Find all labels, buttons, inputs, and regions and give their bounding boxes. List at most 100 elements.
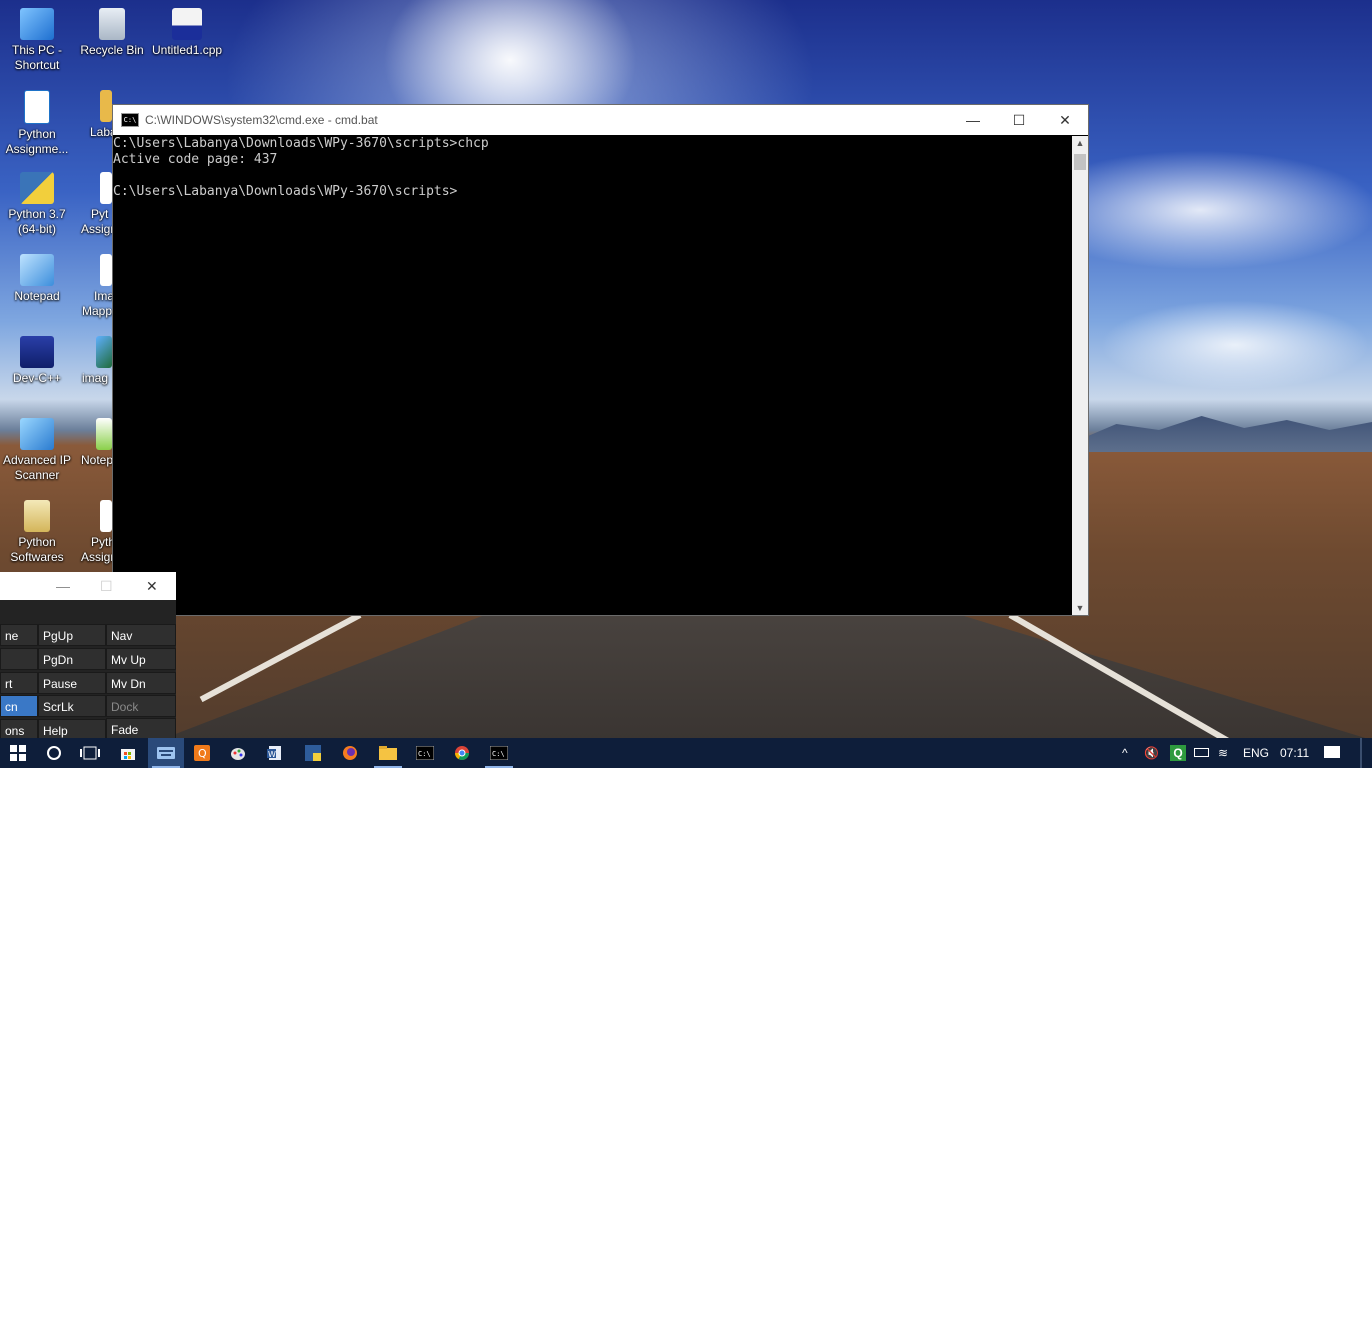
osk-key-dock[interactable]: Dock [106,695,176,717]
cmd-window[interactable]: C:\ C:\WINDOWS\system32\cmd.exe - cmd.ba… [112,104,1089,616]
icon-label: Mapp [82,304,113,318]
icon-label: Assignme... [5,142,69,156]
osk-minimize-button[interactable]: — [56,578,70,594]
windows-start-icon[interactable] [0,738,36,768]
osk-maximize-button[interactable]: ☐ [100,578,113,595]
desktop-icon-dev-cpp[interactable]: Dev-C++ [2,336,72,386]
minimize-button[interactable]: — [950,105,996,135]
icon-label: Python [18,127,56,141]
scrollbar-thumb[interactable] [1074,154,1086,170]
desktop-icon-notepad-2[interactable]: Notep [66,418,114,468]
osk-key[interactable] [0,648,38,670]
desktop-icon-advanced-ip-scanner[interactable]: Advanced IP Scanner [2,418,72,483]
osk-key-nav[interactable]: Nav [106,624,176,646]
on-screen-keyboard[interactable]: — ☐ ✕ ne PgUp Nav PgDn Mv Up rt Pause Mv… [0,572,176,742]
show-hidden-icons-chevron-up-icon[interactable]: ^ [1122,738,1128,768]
action-center-icon[interactable] [1324,746,1340,758]
desktop-icon-python-softwares[interactable]: Python Softwares [2,500,72,565]
file-explorer-icon[interactable] [370,738,406,768]
wallpaper-clouds [1100,300,1370,390]
paint-icon[interactable] [220,738,256,768]
volume-muted-icon[interactable]: 🔇 [1144,738,1159,768]
icon-label: Advanced IP [2,453,72,467]
svg-text:C:\: C:\ [418,750,431,758]
icon-label: Untitled1.cpp [152,43,223,57]
qbittorrent-icon[interactable]: Q [184,738,220,768]
battery-icon[interactable] [1194,748,1209,757]
desktop-icon-python-assignment[interactable]: Python Assignme... [2,90,72,157]
icon-label: This PC - [11,43,62,57]
icon-label: Assign [81,550,118,564]
window-titlebar[interactable]: C:\ C:\WINDOWS\system32\cmd.exe - cmd.ba… [113,105,1088,135]
icon-label: imag [82,371,109,385]
icon-label: Shortcut [14,58,60,72]
osk-key-pgup[interactable]: PgUp [38,624,106,646]
cpp-file-icon [172,8,202,40]
osk-close-button[interactable]: ✕ [146,578,158,595]
svg-text:W: W [268,750,276,759]
vertical-scrollbar[interactable]: ▲ ▼ [1072,136,1088,615]
cmd-taskbar-icon-active[interactable]: C:\ [481,738,517,768]
wallpaper-mountains [1088,416,1372,452]
osk-titlebar[interactable]: — ☐ ✕ [0,572,176,600]
scroll-up-arrow-icon[interactable]: ▲ [1072,136,1088,150]
osk-key-selected[interactable]: cn [0,695,38,717]
icon-label: (64-bit) [17,222,56,236]
osk-key[interactable]: ne [0,624,38,646]
icon-label: Pyth [91,535,116,549]
icon-label: Softwares [10,550,64,564]
osk-key-pause[interactable]: Pause [38,672,106,694]
search-cortana-icon[interactable] [36,738,72,768]
language-indicator[interactable]: ENG [1243,738,1269,768]
cmd-taskbar-icon[interactable]: C:\ [407,738,443,768]
wifi-icon[interactable]: ≋ [1218,738,1228,768]
network-scanner-icon [20,418,54,450]
keyboard-app-icon[interactable] [148,738,184,768]
python-icon [20,172,54,204]
python-app-icon[interactable] [295,738,331,768]
desktop-icon-notepad[interactable]: Notepad [2,254,72,304]
svg-text:Q: Q [198,747,207,760]
notepad-plus-icon [96,418,112,450]
close-button[interactable]: ✕ [1042,105,1088,135]
store-icon[interactable] [110,738,146,768]
word-icon[interactable]: W [257,738,293,768]
pdf-file-icon [100,254,112,286]
cmd-icon: C:\ [121,113,139,127]
task-view-icon[interactable] [72,738,108,768]
scroll-down-arrow-icon[interactable]: ▼ [1072,601,1088,615]
osk-key-mv-up[interactable]: Mv Up [106,648,176,670]
firefox-icon[interactable] [332,738,368,768]
desktop-icon-recycle-bin[interactable]: Recycle Bin [77,8,147,58]
recycle-bin-icon [99,8,125,40]
icon-label: Scanner [14,468,60,482]
desktop-icon-python37[interactable]: Python 3.7 (64-bit) [2,172,72,237]
console-output[interactable]: C:\Users\Labanya\Downloads\WPy-3670\scri… [113,136,1072,615]
icon-label: Notepad [14,289,60,303]
icon-label: Python 3.7 [8,207,66,221]
window-title: C:\WINDOWS\system32\cmd.exe - cmd.bat [145,113,378,127]
desktop-icon-this-pc[interactable]: This PC - Shortcut [2,8,72,73]
qbittorrent-tray-icon[interactable]: Q [1170,745,1186,761]
osk-key-fade[interactable]: Fade [106,718,176,740]
folder-icon [100,90,112,122]
desktop-icon-python-assign-3[interactable]: Pyth Assign [66,500,118,565]
pdf-file-icon [24,90,50,124]
chrome-icon[interactable] [444,738,480,768]
desktop-icon-laba[interactable]: Laba [66,90,117,140]
osk-key-scrlk[interactable]: ScrLk [38,695,106,717]
osk-key-pgdn[interactable]: PgDn [38,648,106,670]
desktop-icon-image-mapping[interactable]: Ima Mapp [66,254,114,319]
osk-key[interactable]: rt [0,672,38,694]
osk-key-mv-dn[interactable]: Mv Dn [106,672,176,694]
maximize-button[interactable]: ☐ [996,105,1042,135]
clock[interactable]: 07:11 [1280,738,1309,768]
desktop-icon-image[interactable]: imag [66,336,112,386]
icon-label: Notep [81,453,114,467]
desktop-icon-untitled-cpp[interactable]: Untitled1.cpp [152,8,222,58]
icon-label: Laba [90,125,117,139]
pdf-file-icon [100,500,112,532]
wallpaper-clouds [1080,150,1372,270]
show-desktop-button[interactable] [1360,738,1362,768]
desktop-icon-python-assign-2[interactable]: Pyt Assign [66,172,117,237]
